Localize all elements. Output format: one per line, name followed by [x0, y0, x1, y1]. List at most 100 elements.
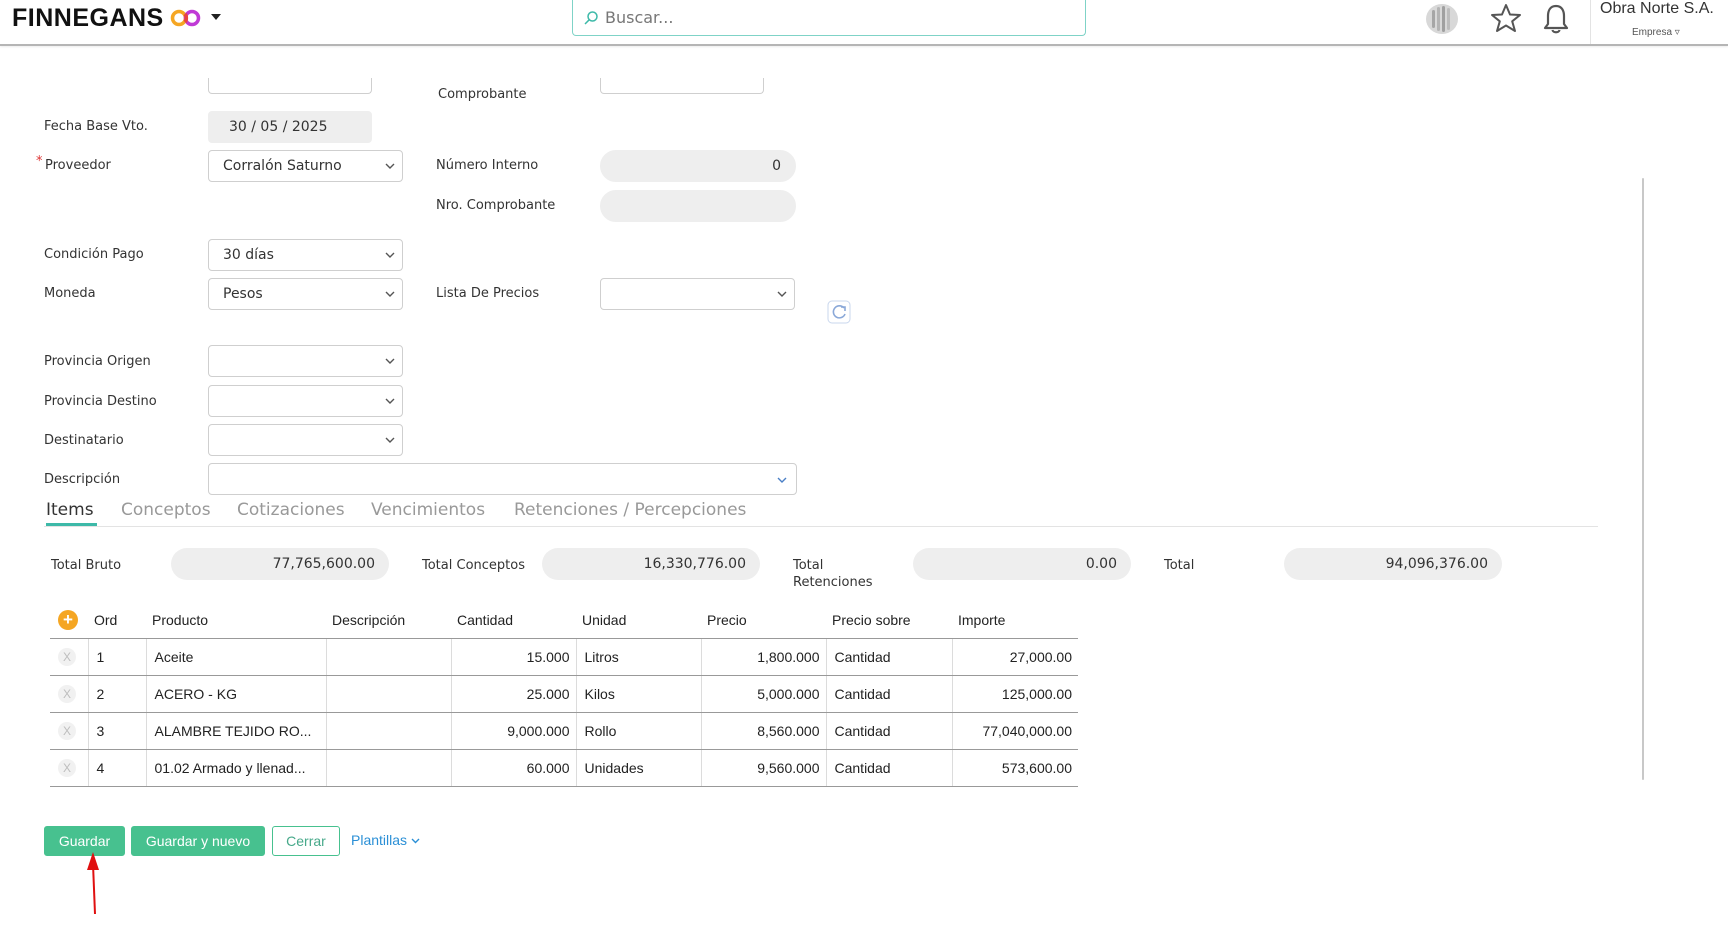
- total-retenciones-value: 0.00: [913, 548, 1131, 580]
- nro-comprobante-field[interactable]: [600, 190, 796, 222]
- delete-row-icon[interactable]: X: [58, 684, 76, 703]
- total-label: Total: [1164, 558, 1195, 573]
- col-descripcion[interactable]: Descripción: [326, 602, 451, 639]
- table-header-row: + Ord Producto Descripción Cantidad Unid…: [50, 602, 1078, 639]
- cell-ord[interactable]: 4: [88, 749, 147, 787]
- cell-ord[interactable]: 2: [88, 675, 147, 713]
- cell-precio[interactable]: 9,560.000: [701, 749, 827, 787]
- add-row-icon[interactable]: +: [58, 609, 78, 630]
- cell-importe[interactable]: 27,000.00: [952, 638, 1078, 676]
- cell-producto[interactable]: Aceite: [146, 638, 327, 676]
- cell-precio-sobre[interactable]: Cantidad: [826, 712, 953, 750]
- notifications-bell-icon[interactable]: [1542, 3, 1570, 35]
- vertical-scrollbar[interactable]: [1642, 178, 1644, 780]
- descripcion-select[interactable]: [208, 463, 797, 495]
- cell-cantidad[interactable]: 60.000: [451, 749, 577, 787]
- tabs-divider: [44, 526, 1598, 527]
- company-name[interactable]: Obra Norte S.A.: [1600, 0, 1714, 18]
- tab-conceptos[interactable]: Conceptos: [121, 500, 211, 520]
- col-precio[interactable]: Precio: [701, 602, 826, 639]
- col-precio-sobre[interactable]: Precio sobre: [826, 602, 952, 639]
- chevron-down-icon: [385, 163, 395, 169]
- tab-cotizaciones[interactable]: Cotizaciones: [237, 500, 345, 520]
- tab-retenciones-percepciones[interactable]: Retenciones / Percepciones: [514, 500, 746, 520]
- provincia-destino-select[interactable]: [208, 385, 403, 417]
- cell-producto[interactable]: ACERO - KG: [146, 675, 327, 713]
- delete-cell: X: [50, 749, 89, 787]
- condicion-pago-select[interactable]: 30 días: [208, 239, 403, 271]
- field-fragment-left[interactable]: [208, 78, 372, 94]
- field-fragment-right[interactable]: [600, 78, 764, 94]
- cell-importe[interactable]: 573,600.00: [952, 749, 1078, 787]
- assistant-orb-icon[interactable]: [1424, 2, 1460, 36]
- cell-importe[interactable]: 125,000.00: [952, 675, 1078, 713]
- total-retenciones-label: Total Retenciones: [793, 558, 873, 590]
- total-value: 94,096,376.00: [1284, 548, 1502, 580]
- cell-ord[interactable]: 1: [88, 638, 147, 676]
- cell-precio[interactable]: 5,000.000: [701, 675, 827, 713]
- col-cantidad[interactable]: Cantidad: [451, 602, 576, 639]
- cell-importe[interactable]: 77,040,000.00: [952, 712, 1078, 750]
- cell-descripcion[interactable]: [326, 749, 452, 787]
- total-bruto-value: 77,765,600.00: [171, 548, 389, 580]
- plantillas-dropdown[interactable]: Plantillas: [351, 832, 421, 848]
- cell-descripcion[interactable]: [326, 638, 452, 676]
- cell-unidad[interactable]: Litros: [576, 638, 702, 676]
- delete-row-icon[interactable]: X: [58, 758, 76, 777]
- cell-precio[interactable]: 8,560.000: [701, 712, 827, 750]
- fecha-base-vto-field[interactable]: 30 / 05 / 2025: [208, 111, 372, 143]
- search-box[interactable]: [572, 0, 1086, 36]
- cell-producto[interactable]: ALAMBRE TEJIDO RO...: [146, 712, 327, 750]
- cell-precio-sobre[interactable]: Cantidad: [826, 638, 953, 676]
- cell-unidad[interactable]: Kilos: [576, 675, 702, 713]
- cell-producto[interactable]: 01.02 Armado y llenad...: [146, 749, 327, 787]
- cell-unidad[interactable]: Rollo: [576, 712, 702, 750]
- nro-comprobante-label: Nro. Comprobante: [436, 198, 556, 213]
- col-importe[interactable]: Importe: [952, 602, 1078, 639]
- header-divider: [1590, 0, 1591, 44]
- numero-interno-label: Número Interno: [436, 158, 539, 173]
- cell-unidad[interactable]: Unidades: [576, 749, 702, 787]
- cell-descripcion[interactable]: [326, 712, 452, 750]
- cell-descripcion[interactable]: [326, 675, 452, 713]
- cell-cantidad[interactable]: 25.000: [451, 675, 577, 713]
- proveedor-select[interactable]: Corralón Saturno: [208, 150, 403, 182]
- moneda-select[interactable]: Pesos: [208, 278, 403, 310]
- guardar-y-nuevo-button[interactable]: Guardar y nuevo: [131, 826, 265, 856]
- col-ord[interactable]: Ord: [88, 602, 146, 639]
- chevron-down-icon: [777, 477, 787, 483]
- cell-precio-sobre[interactable]: Cantidad: [826, 749, 953, 787]
- add-row-cell: +: [50, 602, 88, 639]
- table-row: X 3 ALAMBRE TEJIDO RO... 9,000.000 Rollo…: [50, 712, 1078, 750]
- cell-precio-sobre[interactable]: Cantidad: [826, 675, 953, 713]
- delete-row-icon[interactable]: X: [58, 647, 76, 666]
- brand-dropdown-icon[interactable]: [210, 12, 222, 22]
- refresh-icon[interactable]: [827, 300, 851, 324]
- cell-cantidad[interactable]: 9,000.000: [451, 712, 577, 750]
- chevron-down-icon: [385, 358, 395, 364]
- destinatario-select[interactable]: [208, 424, 403, 456]
- tab-items[interactable]: Items: [46, 500, 94, 520]
- cell-ord[interactable]: 3: [88, 712, 147, 750]
- logo-mark-icon: [170, 9, 201, 27]
- cell-cantidad[interactable]: 15.000: [451, 638, 577, 676]
- brand-logo[interactable]: FINNEGANS: [12, 4, 164, 33]
- cerrar-button[interactable]: Cerrar: [272, 826, 340, 856]
- total-conceptos-value: 16,330,776.00: [542, 548, 760, 580]
- delete-row-icon[interactable]: X: [58, 721, 76, 740]
- total-bruto-label: Total Bruto: [51, 558, 122, 573]
- provincia-origen-select[interactable]: [208, 345, 403, 377]
- col-producto[interactable]: Producto: [146, 602, 326, 639]
- condicion-pago-label: Condición Pago: [44, 247, 144, 262]
- col-unidad[interactable]: Unidad: [576, 602, 701, 639]
- favorite-star-icon[interactable]: [1490, 3, 1522, 33]
- fecha-base-vto-label: Fecha Base Vto.: [44, 119, 148, 134]
- cell-precio[interactable]: 1,800.000: [701, 638, 827, 676]
- company-selector[interactable]: Empresa ▿: [1632, 27, 1680, 38]
- lista-precios-select[interactable]: [600, 278, 795, 310]
- required-marker: *: [36, 154, 43, 169]
- tab-vencimientos[interactable]: Vencimientos: [371, 500, 485, 520]
- search-input[interactable]: [605, 8, 1075, 27]
- numero-interno-field[interactable]: 0: [600, 150, 796, 182]
- table-row: X 4 01.02 Armado y llenad... 60.000 Unid…: [50, 749, 1078, 787]
